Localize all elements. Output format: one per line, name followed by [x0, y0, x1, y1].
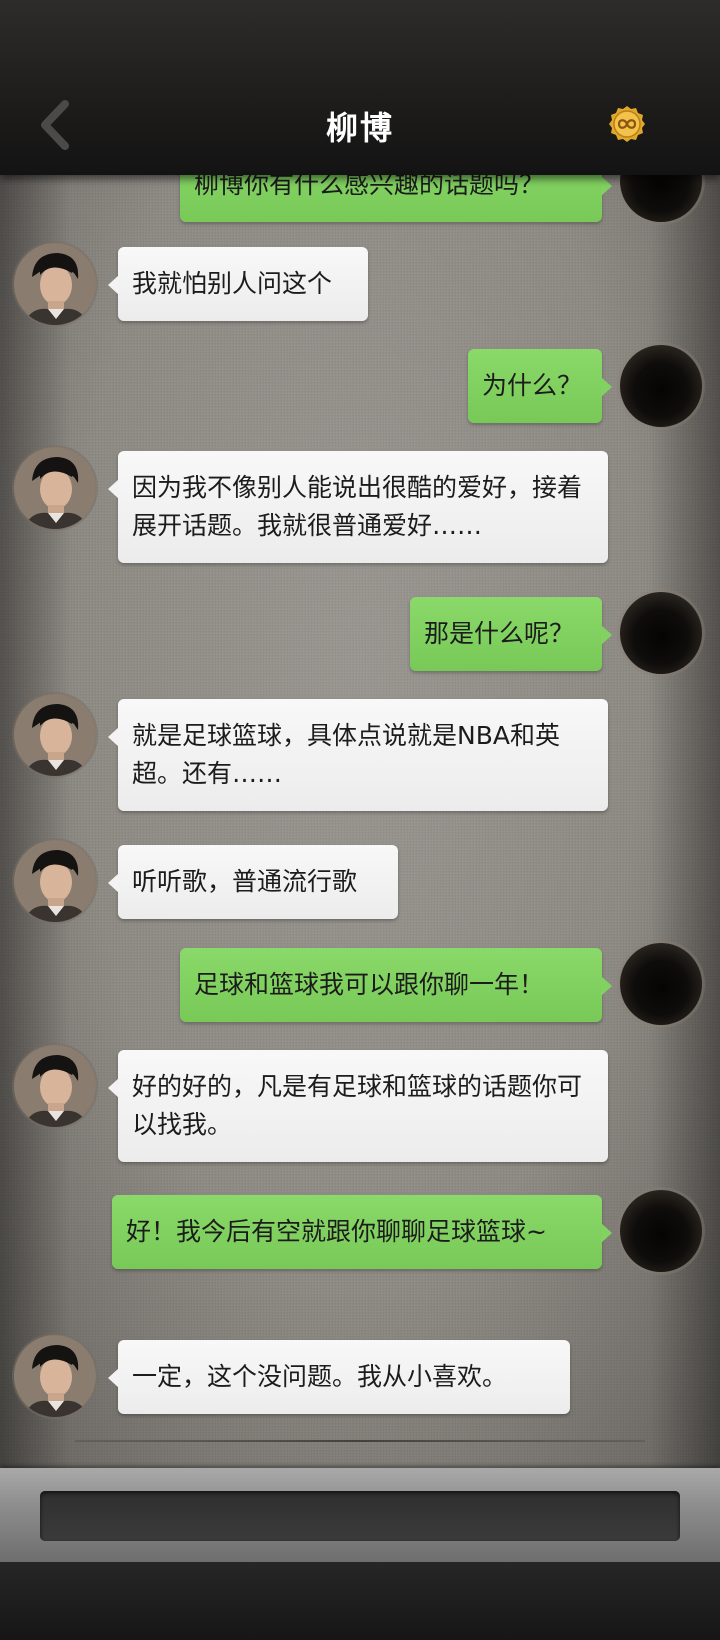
message-bubble-outgoing: 好！我今后有空就跟你聊聊足球篮球~: [112, 1195, 612, 1269]
message-input[interactable]: [40, 1491, 680, 1541]
liubo-portrait: [14, 694, 96, 776]
liubo-avatar[interactable]: [14, 1045, 96, 1127]
message-bubble-incoming: 我就怕别人问这个: [108, 247, 368, 321]
liubo-portrait: [14, 447, 96, 529]
chat-end-divider: [75, 1440, 645, 1442]
liubo-portrait: [14, 243, 96, 325]
input-bar: [0, 1468, 720, 1562]
liubo-avatar[interactable]: [14, 243, 96, 325]
infinity-coin-icon: [609, 106, 645, 142]
chat-header: 柳博: [0, 0, 720, 175]
chat-area[interactable]: 柳博你有什么感兴趣的话题吗？ 我就怕别人问这个 为什么？ 因为我不像别人能说出很…: [0, 0, 720, 1468]
message-bubble-outgoing: 为什么？: [468, 349, 612, 423]
liubo-avatar[interactable]: [14, 447, 96, 529]
liubo-portrait: [14, 1335, 96, 1417]
liubo-avatar[interactable]: [14, 694, 96, 776]
message-bubble-outgoing: 足球和篮球我可以跟你聊一年！: [180, 948, 612, 1022]
player-avatar[interactable]: [620, 943, 702, 1025]
message-bubble-outgoing: 那是什么呢？: [410, 597, 612, 671]
liubo-portrait: [14, 840, 96, 922]
player-avatar[interactable]: [620, 1190, 702, 1272]
liubo-avatar[interactable]: [14, 1335, 96, 1417]
bottom-bar: [0, 1562, 720, 1640]
message-bubble-incoming: 听听歌，普通流行歌: [108, 845, 398, 919]
player-avatar[interactable]: [620, 345, 702, 427]
message-bubble-incoming: 一定，这个没问题。我从小喜欢。: [108, 1340, 570, 1414]
message-bubble-incoming: 就是足球篮球，具体点说就是NBA和英超。还有……: [108, 699, 608, 811]
liubo-portrait: [14, 1045, 96, 1127]
message-bubble-incoming: 因为我不像别人能说出很酷的爱好，接着展开话题。我就很普通爱好……: [108, 451, 608, 563]
liubo-avatar[interactable]: [14, 840, 96, 922]
coin-button[interactable]: [607, 104, 647, 144]
message-bubble-incoming: 好的好的，凡是有足球和篮球的话题你可以找我。: [108, 1050, 608, 1162]
player-avatar[interactable]: [620, 592, 702, 674]
